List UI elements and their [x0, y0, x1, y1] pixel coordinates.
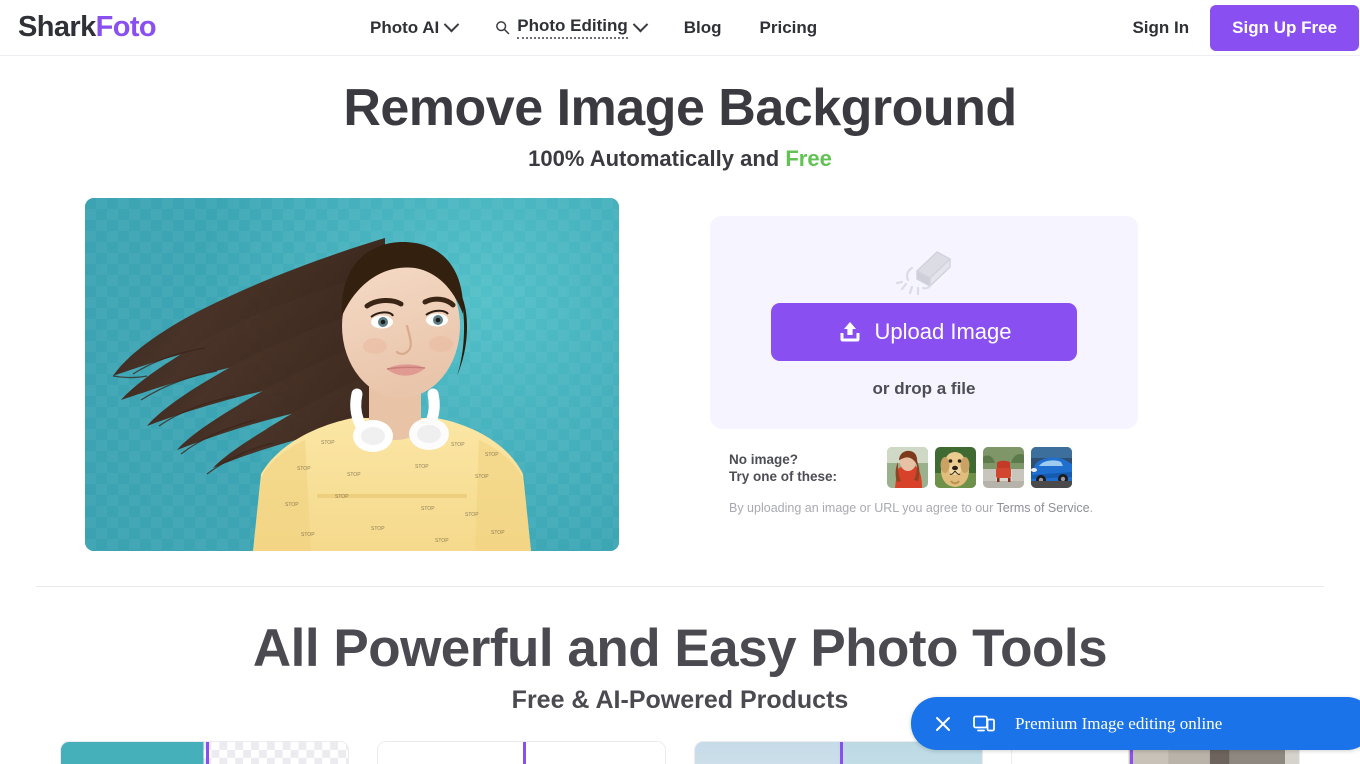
- search-icon: [496, 21, 510, 35]
- nav-item-label: Blog: [683, 17, 722, 37]
- nav-item-pricing[interactable]: Pricing: [760, 18, 818, 38]
- hero-section: STOP STOP STOP STOP STOP STOP STOP STOP STOP…: [0, 198, 1360, 551]
- tool-card-background-remover[interactable]: [60, 741, 349, 764]
- page-subtitle: 100% Automatically and Free: [0, 146, 1360, 172]
- sample-thumb-golden-dog[interactable]: [935, 447, 976, 488]
- drop-file-hint: or drop a file: [872, 378, 976, 398]
- chevron-down-icon: [632, 16, 649, 33]
- page-title: Remove Image Background: [343, 79, 1017, 137]
- header-actions: Sign In Sign Up Free: [1132, 0, 1360, 56]
- close-icon[interactable]: [933, 714, 953, 734]
- site-header: SharkFoto Photo AI Photo Editing Blog Pr…: [0, 0, 1360, 56]
- hero-preview-image: STOP STOP STOP STOP STOP STOP STOP STOP STOP…: [85, 198, 619, 551]
- tool-card-hair-editor[interactable]: [377, 741, 666, 764]
- page-subtitle-prefix: 100% Automatically and: [528, 146, 786, 171]
- nav-item-photo-ai[interactable]: Photo AI: [370, 16, 460, 38]
- logo-secondary-text: Foto: [95, 11, 157, 43]
- svg-text:STOP: STOP: [465, 512, 479, 518]
- chevron-down-icon: [443, 16, 460, 33]
- svg-text:STOP: STOP: [421, 506, 435, 512]
- terms-of-service-link[interactable]: Terms of Service: [997, 501, 1090, 515]
- svg-text:STOP: STOP: [301, 532, 315, 538]
- tool-card-artwork: [378, 742, 665, 764]
- svg-text:STOP: STOP: [347, 472, 361, 478]
- before-after-slider-handle[interactable]: [206, 742, 209, 764]
- sample-thumbnails: [887, 447, 1072, 488]
- svg-text:STOP: STOP: [485, 452, 499, 458]
- main-navigation: Photo AI Photo Editing Blog Pricing: [370, 16, 817, 39]
- logo-primary-text: Shark: [18, 11, 96, 43]
- upload-image-button-label: Upload Image: [874, 318, 1012, 344]
- sign-up-free-button[interactable]: Sign Up Free: [1210, 5, 1359, 51]
- svg-text:STOP: STOP: [491, 530, 505, 536]
- before-after-slider-handle[interactable]: [523, 742, 526, 764]
- cast-screen-icon: [973, 715, 995, 731]
- sample-label-line2: Try one of these:: [729, 468, 838, 484]
- sample-label-line1: No image?: [729, 451, 799, 467]
- svg-text:STOP: STOP: [415, 464, 429, 470]
- svg-text:STOP: STOP: [371, 526, 385, 532]
- sign-in-link[interactable]: Sign In: [1132, 18, 1189, 38]
- terms-prefix: By uploading an image or URL you agree t…: [729, 501, 997, 515]
- premium-banner-text: Premium Image editing online: [1015, 713, 1223, 733]
- svg-text:STOP: STOP: [475, 474, 489, 480]
- section-divider: [36, 586, 1324, 587]
- svg-text:STOP: STOP: [435, 538, 449, 544]
- svg-text:STOP: STOP: [451, 442, 465, 448]
- nav-item-photo-editing[interactable]: Photo Editing: [495, 16, 649, 39]
- logo[interactable]: SharkFoto: [18, 11, 157, 44]
- upload-column: Upload Image or drop a file No image? Tr…: [710, 198, 1138, 551]
- nav-item-label: Pricing: [759, 17, 818, 37]
- svg-text:STOP: STOP: [335, 494, 349, 500]
- sample-thumb-red-chair[interactable]: [983, 447, 1024, 488]
- sample-thumb-woman-red-coat[interactable]: [887, 447, 928, 488]
- upload-image-button[interactable]: Upload Image: [771, 302, 1077, 361]
- nav-item-blog[interactable]: Blog: [684, 18, 722, 38]
- svg-text:STOP: STOP: [297, 466, 311, 472]
- page-subtitle-highlight: Free: [785, 146, 832, 171]
- upload-icon: [840, 321, 859, 341]
- sample-thumb-blue-car[interactable]: [1031, 447, 1072, 488]
- premium-banner[interactable]: Premium Image editing online: [911, 697, 1360, 750]
- sample-images-row: No image? Try one of these:: [710, 447, 1138, 488]
- tool-card-artwork: [61, 742, 348, 764]
- eraser-icon: [895, 250, 951, 295]
- svg-text:STOP: STOP: [321, 440, 335, 446]
- hero-preview-artwork: STOP STOP STOP STOP STOP STOP STOP STOP STOP…: [112, 238, 531, 551]
- tools-section-title: All Powerful and Easy Photo Tools: [252, 619, 1108, 678]
- sample-images-label: No image? Try one of these:: [729, 451, 887, 485]
- upload-dropzone[interactable]: Upload Image or drop a file: [710, 216, 1138, 429]
- svg-text:STOP: STOP: [285, 502, 299, 508]
- terms-notice: By uploading an image or URL you agree t…: [710, 501, 1138, 515]
- terms-suffix: .: [1089, 501, 1094, 515]
- nav-item-label: Photo Editing: [517, 16, 628, 39]
- before-after-slider-handle[interactable]: [840, 742, 843, 764]
- nav-item-label: Photo AI: [370, 17, 440, 37]
